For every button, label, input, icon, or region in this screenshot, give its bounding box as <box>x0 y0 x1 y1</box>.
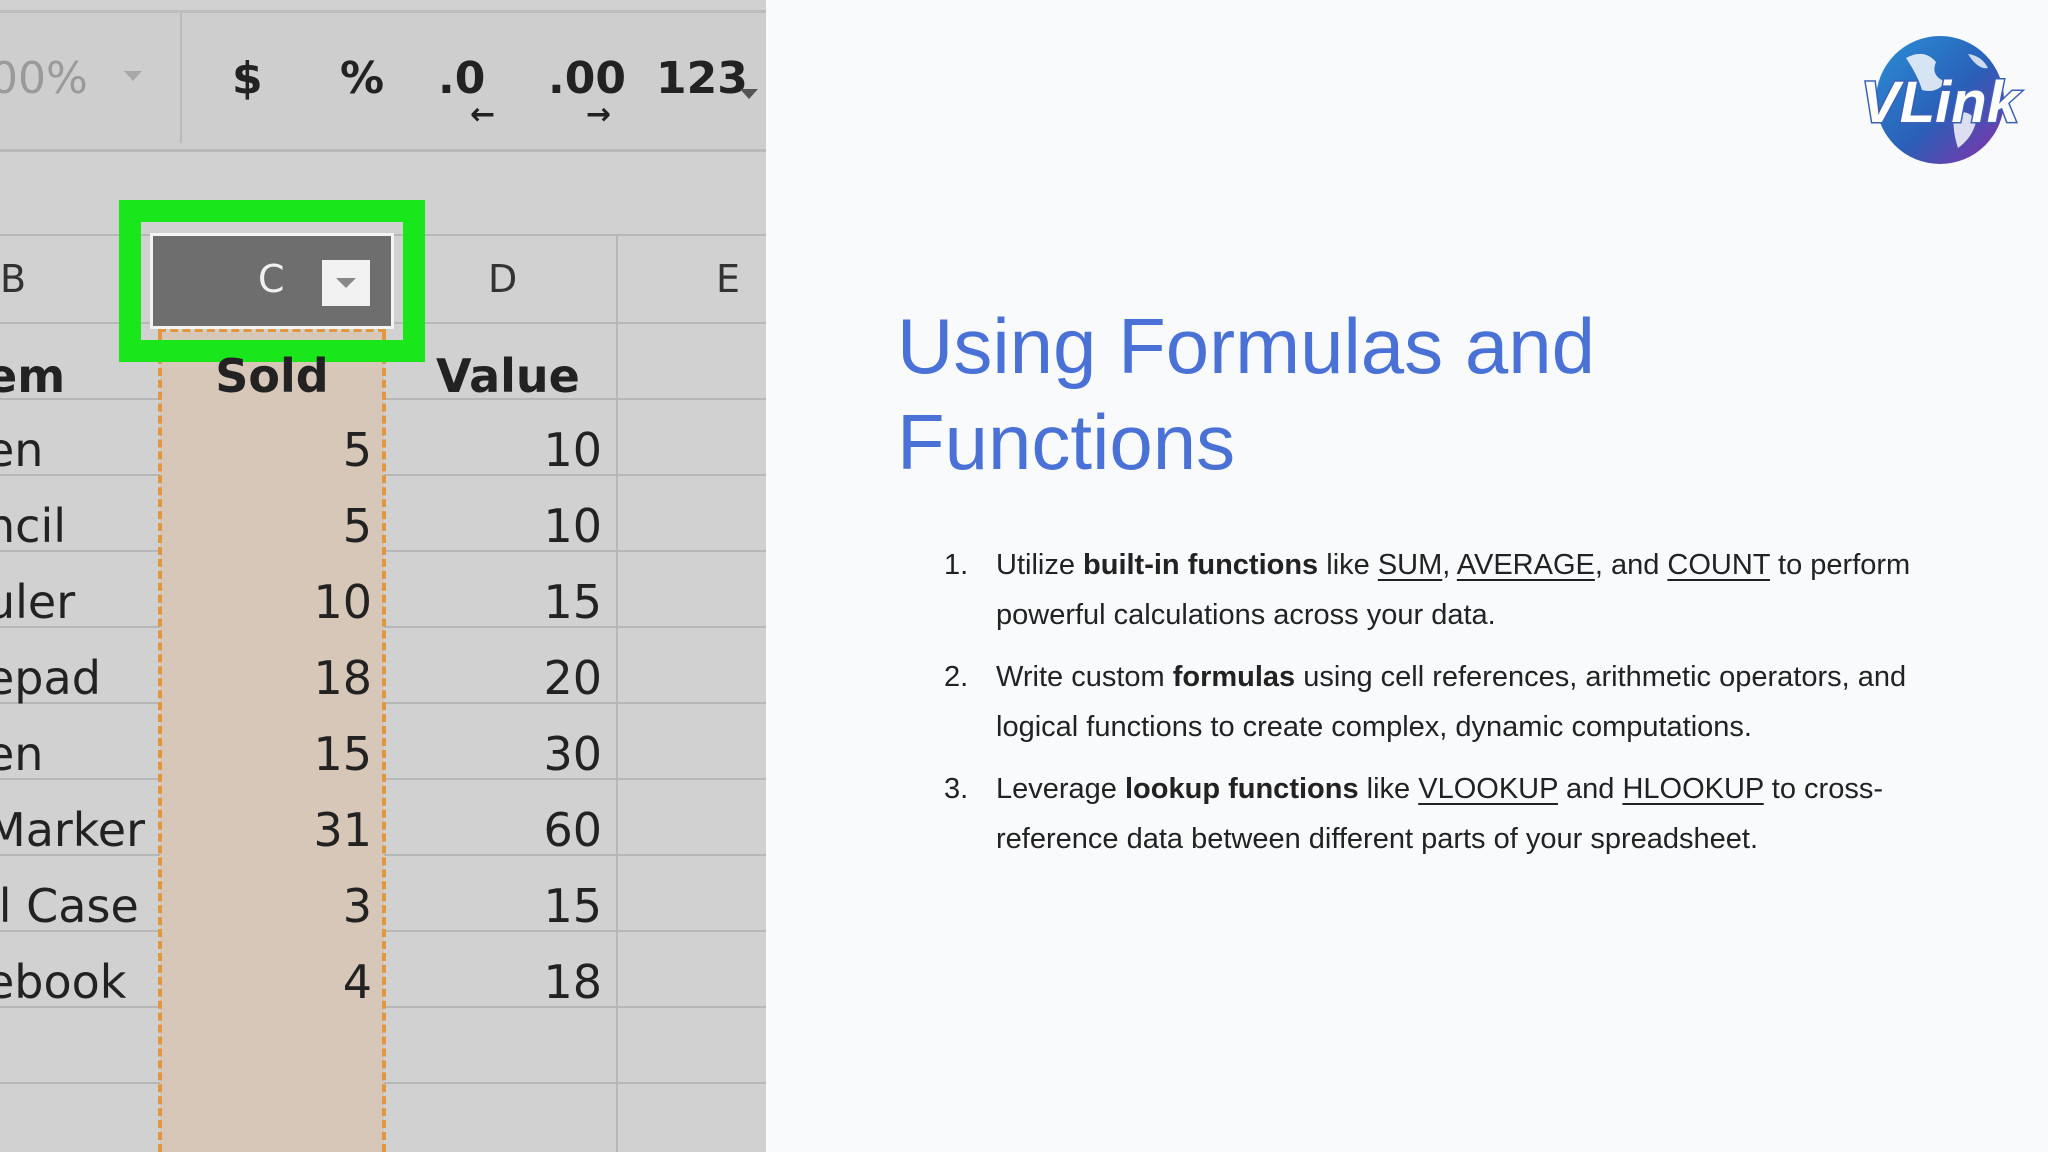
sold-cell[interactable]: 3 <box>160 868 372 944</box>
sold-cell[interactable]: 10 <box>160 564 372 640</box>
text-run: Write custom <box>996 661 1173 693</box>
bold-text: formulas <box>1172 661 1296 693</box>
function-link[interactable]: COUNT <box>1667 549 1770 581</box>
arrow-right-icon: → <box>586 97 612 132</box>
value-cell[interactable]: 20 <box>390 640 602 716</box>
column-header-d[interactable]: D <box>488 236 517 322</box>
text-run: Leverage <box>996 773 1125 805</box>
item-cell[interactable]: en <box>0 716 43 792</box>
list-number: 2. <box>944 661 969 693</box>
grid-line <box>616 236 618 1152</box>
sold-cell[interactable]: 15 <box>160 716 372 792</box>
arrow-left-icon: ← <box>470 97 496 132</box>
copy-marquee <box>382 332 386 1152</box>
item-cell[interactable]: ncil <box>0 488 66 564</box>
text-run: Utilize <box>996 549 1084 581</box>
value-cell[interactable]: 60 <box>390 792 602 868</box>
column-header-b[interactable]: B <box>0 236 26 322</box>
text-run: and <box>1557 773 1623 805</box>
function-link[interactable]: HLOOKUP <box>1622 773 1763 805</box>
header-cell-sold[interactable]: Sold <box>160 338 384 414</box>
format-toolbar: 00% $ % .0 ← .00 → 123 <box>0 10 766 152</box>
header-cell-value[interactable]: Value <box>436 338 580 414</box>
percent-format-button[interactable]: % <box>340 53 384 104</box>
toolbar-divider <box>180 13 182 143</box>
spreadsheet-screenshot: 00% $ % .0 ← .00 → 123 B D E C em Sold V… <box>0 0 766 1152</box>
sold-cell[interactable]: 31 <box>160 792 372 868</box>
function-link[interactable]: AVERAGE <box>1457 549 1595 581</box>
zoom-select[interactable]: 00% <box>0 53 88 104</box>
text-run: like <box>1318 549 1378 581</box>
vlink-logo: VLink <box>1860 36 2023 164</box>
function-link[interactable]: VLOOKUP <box>1418 773 1558 805</box>
list-number: 3. <box>944 773 969 805</box>
item-cell[interactable]: Marker <box>0 792 145 868</box>
sold-cell[interactable]: 4 <box>160 944 372 1020</box>
currency-format-button[interactable]: $ <box>232 53 263 104</box>
text-run: , <box>1442 549 1457 581</box>
list-item: 1. Utilize built-in functions like SUM , … <box>944 540 1944 640</box>
list-item: 3. Leverage lookup functions like VLOOKU… <box>944 764 1944 864</box>
list-number: 1. <box>944 549 969 581</box>
sold-cell[interactable]: 18 <box>160 640 372 716</box>
bold-text: lookup functions <box>1125 773 1359 805</box>
logo-wordmark: VLink <box>1861 70 2022 135</box>
sold-cell[interactable]: 5 <box>160 412 372 488</box>
item-cell[interactable]: il Case <box>0 868 139 944</box>
value-cell[interactable]: 15 <box>390 868 602 944</box>
bold-text: built-in functions <box>1083 549 1319 581</box>
chevron-down-icon[interactable] <box>124 71 142 81</box>
item-cell[interactable]: ebook <box>0 944 126 1020</box>
column-header-e[interactable]: E <box>716 236 740 322</box>
item-cell[interactable]: uler <box>0 564 75 640</box>
more-formats-button[interactable]: 123 <box>656 53 748 104</box>
item-cell[interactable]: epad <box>0 640 101 716</box>
value-cell[interactable]: 15 <box>390 564 602 640</box>
chevron-down-icon[interactable] <box>740 89 758 99</box>
value-cell[interactable]: 18 <box>390 944 602 1020</box>
item-cell[interactable]: en <box>0 412 43 488</box>
function-link[interactable]: SUM <box>1378 549 1442 581</box>
text-run: like <box>1358 773 1419 805</box>
text-run: , and <box>1594 549 1668 581</box>
list-item: 2. Write custom formulas using cell refe… <box>944 652 1944 752</box>
value-cell[interactable]: 10 <box>390 488 602 564</box>
header-cell-item[interactable]: em <box>0 338 65 414</box>
value-cell[interactable]: 10 <box>390 412 602 488</box>
slide-title: Using Formulas and Functions <box>897 302 1595 486</box>
bullet-list: 1. Utilize built-in functions like SUM , … <box>944 540 1944 876</box>
value-cell[interactable]: 30 <box>390 716 602 792</box>
sold-cell[interactable]: 5 <box>160 488 372 564</box>
